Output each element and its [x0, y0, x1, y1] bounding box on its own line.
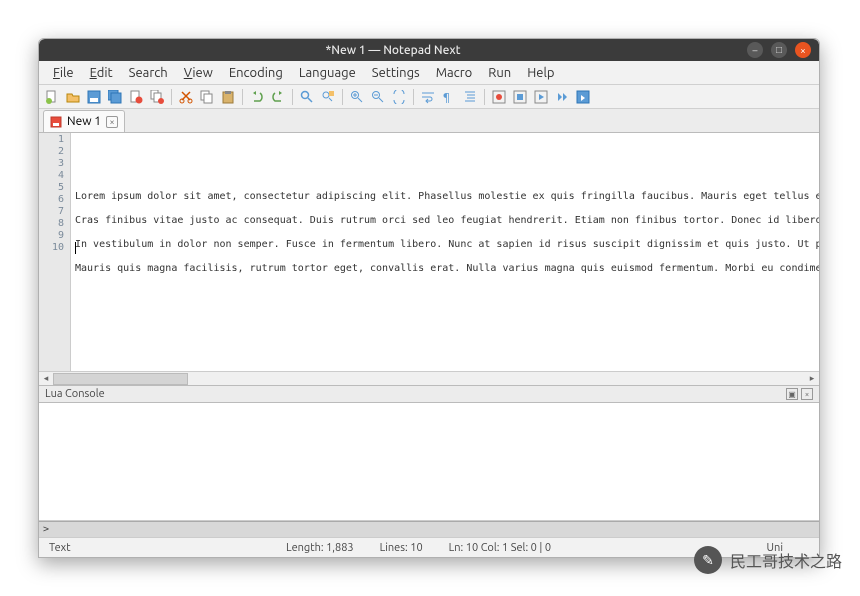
- file-modified-icon: [50, 116, 62, 128]
- file-tab[interactable]: New 1 ×: [43, 110, 125, 132]
- line-number: 4: [39, 170, 70, 182]
- toolbar-separator: [342, 89, 343, 105]
- toolbar-separator: [242, 89, 243, 105]
- save-all-icon[interactable]: [106, 88, 124, 106]
- editor-scroll: 12345678910 Lorem ipsum dolor sit amet, …: [39, 133, 819, 371]
- macro-record-icon[interactable]: [490, 88, 508, 106]
- toolbar: ¶: [39, 85, 819, 109]
- line-number: 6: [39, 194, 70, 206]
- scroll-track[interactable]: [53, 373, 805, 385]
- menu-run[interactable]: Run: [480, 64, 519, 82]
- minimize-button[interactable]: –: [747, 42, 763, 58]
- close-all-icon[interactable]: [148, 88, 166, 106]
- code-editor[interactable]: Lorem ipsum dolor sit amet, consectetur …: [71, 133, 819, 371]
- close-file-icon[interactable]: [127, 88, 145, 106]
- menu-file[interactable]: File: [45, 64, 82, 82]
- indent-guide-icon[interactable]: [461, 88, 479, 106]
- toolbar-separator: [484, 89, 485, 105]
- maximize-button[interactable]: □: [771, 42, 787, 58]
- horizontal-scrollbar[interactable]: ◂ ▸: [39, 371, 819, 385]
- open-file-icon[interactable]: [64, 88, 82, 106]
- line-number: 2: [39, 146, 70, 158]
- menubar: File Edit Search View Encoding Language …: [39, 61, 819, 85]
- line-number: 5: [39, 182, 70, 194]
- console-close-icon[interactable]: ×: [801, 388, 813, 400]
- menu-search[interactable]: Search: [121, 64, 176, 82]
- sync-scroll-icon[interactable]: [390, 88, 408, 106]
- replace-icon[interactable]: [319, 88, 337, 106]
- status-lines: Lines: 10: [376, 542, 427, 554]
- line-number: 1: [39, 134, 70, 146]
- line-number: 10: [39, 242, 70, 254]
- new-file-icon[interactable]: [43, 88, 61, 106]
- find-icon[interactable]: [298, 88, 316, 106]
- menu-help[interactable]: Help: [519, 64, 562, 82]
- zoom-in-icon[interactable]: [348, 88, 366, 106]
- paste-icon[interactable]: [219, 88, 237, 106]
- toolbar-separator: [292, 89, 293, 105]
- menu-encoding[interactable]: Encoding: [221, 64, 291, 82]
- text-cursor: [75, 242, 76, 254]
- cut-icon[interactable]: [177, 88, 195, 106]
- menu-edit[interactable]: Edit: [82, 64, 121, 82]
- redo-icon[interactable]: [269, 88, 287, 106]
- app-window: *New 1 — Notepad Next – □ × File Edit Se…: [38, 38, 820, 558]
- svg-text:¶: ¶: [443, 92, 450, 104]
- toolbar-separator: [413, 89, 414, 105]
- macro-play-icon[interactable]: [532, 88, 550, 106]
- menu-settings[interactable]: Settings: [364, 64, 428, 82]
- toolbar-separator: [171, 89, 172, 105]
- watermark-avatar-icon: ✎: [694, 546, 722, 574]
- zoom-out-icon[interactable]: [369, 88, 387, 106]
- console-header: Lua Console ▣ ×: [39, 385, 819, 403]
- undo-icon[interactable]: [248, 88, 266, 106]
- save-icon[interactable]: [85, 88, 103, 106]
- line-number: 9: [39, 230, 70, 242]
- scroll-right-icon[interactable]: ▸: [805, 372, 819, 386]
- menu-macro[interactable]: Macro: [428, 64, 481, 82]
- line-number: 3: [39, 158, 70, 170]
- menu-language[interactable]: Language: [291, 64, 364, 82]
- code-line[interactable]: [71, 179, 819, 191]
- copy-icon[interactable]: [198, 88, 216, 106]
- tab-label: New 1: [67, 115, 101, 128]
- titlebar: *New 1 — Notepad Next – □ ×: [39, 39, 819, 61]
- code-line[interactable]: Cras finibus vitae justo ac consequat. D…: [71, 215, 819, 227]
- console-title: Lua Console: [45, 388, 105, 400]
- console-float-icon[interactable]: ▣: [786, 388, 798, 400]
- macro-play-multi-icon[interactable]: [553, 88, 571, 106]
- code-line[interactable]: [71, 203, 819, 215]
- word-wrap-icon[interactable]: [419, 88, 437, 106]
- tabbar: New 1 ×: [39, 109, 819, 133]
- status-position: Ln: 10 Col: 1 Sel: 0 | 0: [445, 542, 555, 554]
- window-title: *New 1 — Notepad Next: [47, 44, 739, 57]
- tab-close-icon[interactable]: ×: [106, 116, 118, 128]
- editor-area: 12345678910 Lorem ipsum dolor sit amet, …: [39, 133, 819, 537]
- line-gutter: 12345678910: [39, 133, 71, 371]
- code-line[interactable]: [71, 251, 819, 263]
- macro-save-icon[interactable]: [574, 88, 592, 106]
- code-line[interactable]: [71, 167, 819, 179]
- code-line[interactable]: Lorem ipsum dolor sit amet, consectetur …: [71, 191, 819, 203]
- show-symbols-icon[interactable]: ¶: [440, 88, 458, 106]
- scroll-thumb[interactable]: [53, 373, 188, 385]
- code-line[interactable]: [71, 275, 819, 287]
- code-line[interactable]: [71, 227, 819, 239]
- status-length: Length: 1,883: [282, 542, 358, 554]
- macro-stop-icon[interactable]: [511, 88, 529, 106]
- watermark-text: 民工哥技术之路: [730, 548, 842, 572]
- line-number: 8: [39, 218, 70, 230]
- watermark: ✎ 民工哥技术之路: [694, 546, 842, 574]
- status-filetype: Text: [45, 542, 75, 554]
- code-line[interactable]: In vestibulum in dolor non semper. Fusce…: [71, 239, 819, 251]
- console-input[interactable]: >: [39, 521, 819, 537]
- close-window-button[interactable]: ×: [795, 42, 811, 58]
- scroll-left-icon[interactable]: ◂: [39, 372, 53, 386]
- line-number: 7: [39, 206, 70, 218]
- menu-view[interactable]: View: [176, 64, 221, 82]
- console-output[interactable]: [39, 403, 819, 521]
- code-line[interactable]: Mauris quis magna facilisis, rutrum tort…: [71, 263, 819, 275]
